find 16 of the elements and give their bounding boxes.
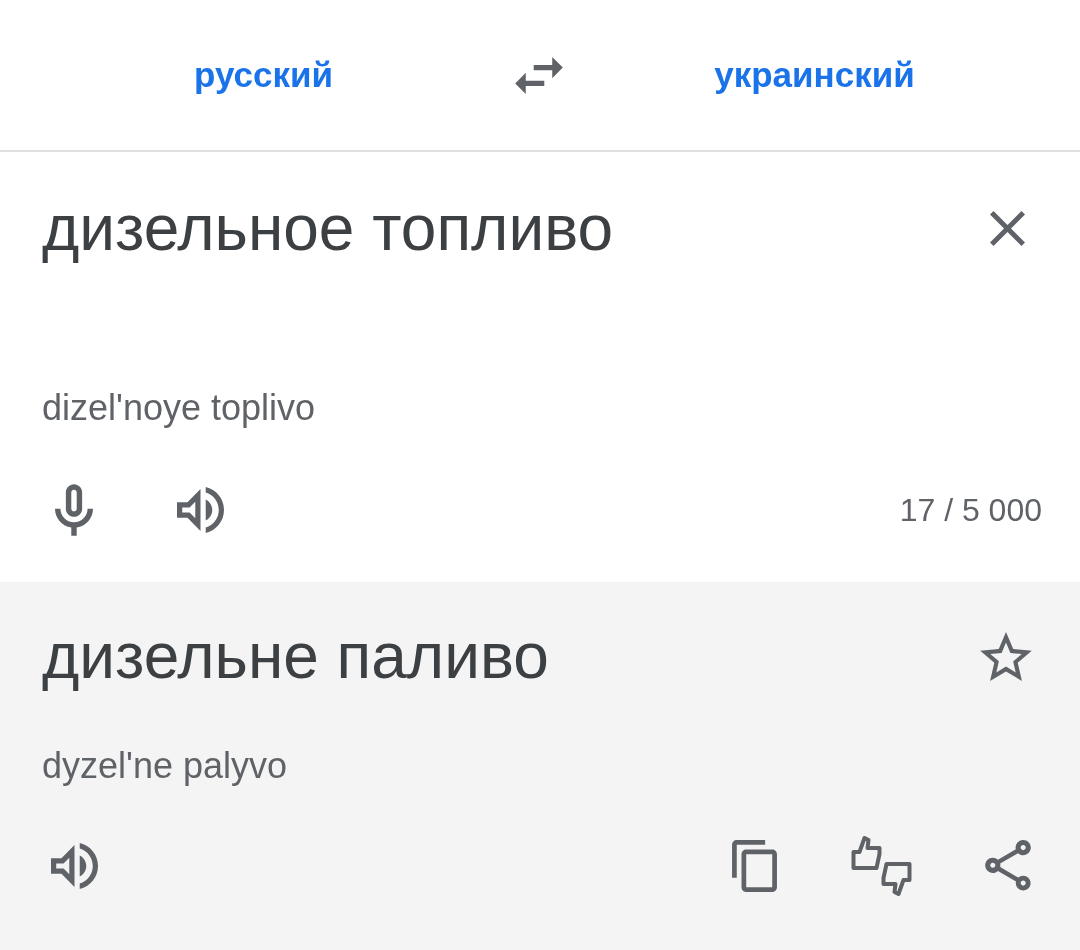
share-icon[interactable]	[985, 839, 1031, 893]
source-text-field[interactable]: дизельное топливо	[42, 190, 990, 266]
speaker-icon[interactable]	[177, 487, 224, 533]
copy-icon[interactable]	[732, 840, 777, 892]
source-language-button[interactable]: русский	[194, 53, 333, 97]
transliteration-text: dyzelʹne palyvo	[42, 744, 288, 788]
thumbs-up-down-icon[interactable]	[850, 835, 913, 897]
microphone-icon[interactable]	[55, 484, 93, 536]
transliteration-text: dizel'noye toplivo	[42, 386, 316, 430]
translation-text: дизельне паливо	[42, 619, 550, 694]
swap-icon[interactable]	[515, 56, 563, 94]
target-language-button[interactable]: украинский	[714, 53, 915, 97]
speaker-icon[interactable]	[51, 843, 98, 889]
close-icon[interactable]	[990, 210, 1025, 246]
character-count: 17 / 5 000	[899, 491, 1042, 530]
star-icon[interactable]	[980, 631, 1032, 681]
